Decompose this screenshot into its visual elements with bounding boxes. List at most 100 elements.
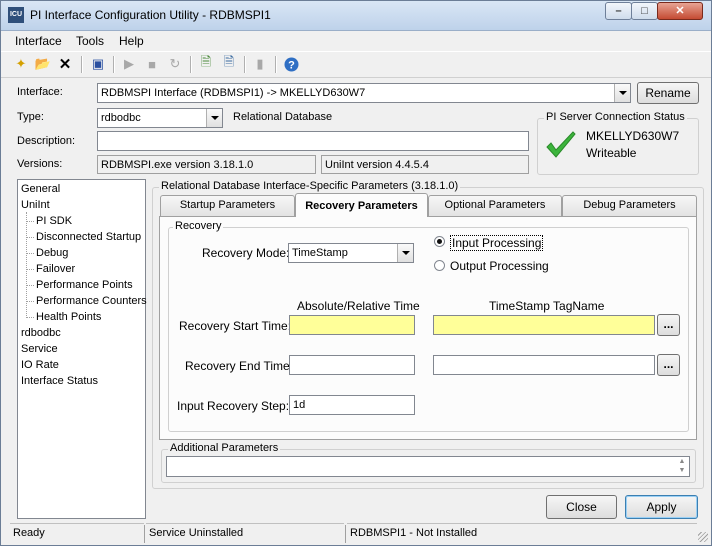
status-service: Service Uninstalled	[146, 523, 344, 543]
tree-connector	[26, 237, 34, 238]
maximize-button[interactable]: □	[631, 2, 658, 20]
tree-connector	[26, 317, 34, 318]
apply-button[interactable]: Apply	[625, 495, 698, 519]
exe-version-field: RDBMSPI.exe version 3.18.1.0	[97, 155, 316, 174]
output-processing-radio[interactable]	[434, 260, 445, 271]
save-icon[interactable]: ▣	[90, 56, 106, 72]
tree-connector	[26, 212, 27, 318]
tree-item-rdbodbc[interactable]: rdbodbc	[21, 327, 61, 339]
tree-item-health-points[interactable]: Health Points	[36, 311, 101, 323]
tab-debug-parameters[interactable]: Debug Parameters	[562, 195, 697, 216]
new-icon[interactable]: ✦	[13, 56, 29, 72]
recovery-end-time-input[interactable]	[289, 355, 415, 375]
toolbar: ✦ 📂 ✕ ▣ ▶ ■ ↻ 🗎 🗎 ▮ ?	[1, 51, 711, 78]
output-processing-label[interactable]: Output Processing	[450, 259, 549, 273]
input-recovery-step-input[interactable]: 1d	[289, 395, 415, 415]
tab-recovery-parameters[interactable]: Recovery Parameters	[295, 193, 428, 217]
status-install: RDBMSPI1 - Not Installed	[347, 523, 697, 543]
app-icon: ICU	[8, 7, 24, 23]
open-icon[interactable]: 📂	[35, 56, 51, 72]
uniint-version-field: UniInt version 4.4.5.4	[321, 155, 529, 174]
type-select-value: rdbodbc	[101, 112, 141, 124]
recovery-mode-select[interactable]: TimeStamp	[288, 243, 414, 263]
versions-label: Versions:	[17, 158, 63, 170]
tree-item-general[interactable]: General	[21, 183, 60, 195]
restart-icon[interactable]: ↻	[167, 56, 183, 72]
close-button[interactable]: Close	[546, 495, 617, 519]
interface-select[interactable]: RDBMSPI Interface (RDBMSPI1) -> MKELLYD6…	[97, 83, 631, 103]
end-tag-browse-button[interactable]: ...	[657, 354, 680, 376]
server-name: MKELLYD630W7	[586, 129, 680, 143]
start-icon[interactable]: ▶	[121, 56, 137, 72]
tree-connector	[26, 285, 34, 286]
tree-item-disconnected-startup[interactable]: Disconnected Startup	[36, 231, 141, 243]
start-tag-browse-button[interactable]: ...	[657, 314, 680, 336]
type-select[interactable]: rdbodbc	[97, 108, 223, 128]
tree-item-uniint[interactable]: UniInt	[21, 199, 50, 211]
tree-connector	[26, 269, 34, 270]
type-description: Relational Database	[233, 111, 333, 123]
chevron-down-icon[interactable]	[397, 244, 413, 262]
tree-connector	[26, 301, 34, 302]
stop-icon[interactable]: ■	[144, 56, 160, 72]
view-config-icon[interactable]: 🗎	[221, 54, 237, 72]
recovery-start-time-input[interactable]	[289, 315, 415, 335]
server-state: Writeable	[586, 146, 637, 160]
additional-params-input[interactable]	[166, 456, 690, 477]
tab-optional-parameters[interactable]: Optional Parameters	[428, 195, 562, 216]
maximize-icon: □	[641, 5, 648, 17]
resize-grip-icon[interactable]	[698, 532, 708, 542]
recovery-end-tag-input[interactable]	[433, 355, 655, 375]
recovery-mode-label: Recovery Mode:	[202, 246, 290, 260]
recovery-end-label: Recovery End Time:	[185, 359, 294, 373]
description-input[interactable]	[97, 131, 529, 151]
tree-connector	[26, 253, 34, 254]
delete-icon[interactable]: ✕	[57, 56, 73, 73]
status-ready: Ready	[10, 523, 144, 543]
interface-select-value: RDBMSPI Interface (RDBMSPI1) -> MKELLYD6…	[101, 87, 366, 99]
chevron-down-icon[interactable]	[206, 109, 222, 127]
tree-item-pi-sdk[interactable]: PI SDK	[36, 215, 72, 227]
interface-params-title: Relational Database Interface-Specific P…	[159, 180, 461, 192]
scrollbar[interactable]: ▲ ▼	[675, 457, 689, 476]
description-label: Description:	[17, 135, 76, 147]
tree-item-service[interactable]: Service	[21, 343, 58, 355]
tree-item-interface-status[interactable]: Interface Status	[21, 375, 98, 387]
toolbar-separator	[190, 56, 192, 73]
server-status-group: PI Server Connection Status MKELLYD630W7…	[537, 111, 699, 175]
input-processing-label[interactable]: Input Processing	[450, 235, 544, 251]
help-icon[interactable]: ?	[283, 56, 299, 72]
tree-item-performance-points[interactable]: Performance Points	[36, 279, 133, 291]
input-recovery-step-label: Input Recovery Step:	[177, 399, 290, 413]
tree-item-failover[interactable]: Failover	[36, 263, 75, 275]
recovery-group-title: Recovery	[173, 220, 224, 232]
rename-button[interactable]: Rename	[637, 82, 699, 104]
timestamp-tagname-header: TimeStamp TagName	[489, 299, 605, 313]
menu-tools[interactable]: Tools	[76, 34, 104, 48]
title-bar[interactable]: ICU PI Interface Configuration Utility -…	[1, 1, 711, 31]
main-window: ICU PI Interface Configuration Utility -…	[0, 0, 712, 546]
minimize-button[interactable]: –	[605, 2, 632, 20]
check-icon	[544, 131, 578, 164]
tree-item-io-rate[interactable]: IO Rate	[21, 359, 59, 371]
window-title: PI Interface Configuration Utility - RDB…	[30, 8, 271, 22]
close-window-button[interactable]: ✕	[657, 2, 703, 20]
tree-item-performance-counters[interactable]: Performance Counters	[36, 295, 147, 307]
navigation-tree[interactable]: General UniInt PI SDK Disconnected Start…	[17, 179, 147, 519]
recovery-start-tag-input[interactable]	[433, 315, 655, 335]
properties-icon[interactable]: ▮	[252, 56, 268, 72]
menu-help[interactable]: Help	[119, 34, 144, 48]
interface-label: Interface:	[17, 86, 63, 98]
chevron-down-icon[interactable]	[614, 84, 630, 102]
abs-rel-time-header: Absolute/Relative Time	[297, 299, 420, 313]
recovery-start-label: Recovery Start Time:	[179, 319, 292, 333]
tab-startup-parameters[interactable]: Startup Parameters	[160, 195, 295, 216]
additional-params-title: Additional Parameters	[168, 442, 281, 454]
recovery-mode-value: TimeStamp	[292, 247, 348, 259]
tree-connector	[26, 221, 34, 222]
type-label: Type:	[17, 111, 44, 123]
view-log-icon[interactable]: 🗎	[198, 54, 214, 72]
menu-interface[interactable]: Interface	[15, 34, 62, 48]
input-processing-radio[interactable]	[434, 236, 445, 247]
tree-item-debug[interactable]: Debug	[36, 247, 68, 259]
